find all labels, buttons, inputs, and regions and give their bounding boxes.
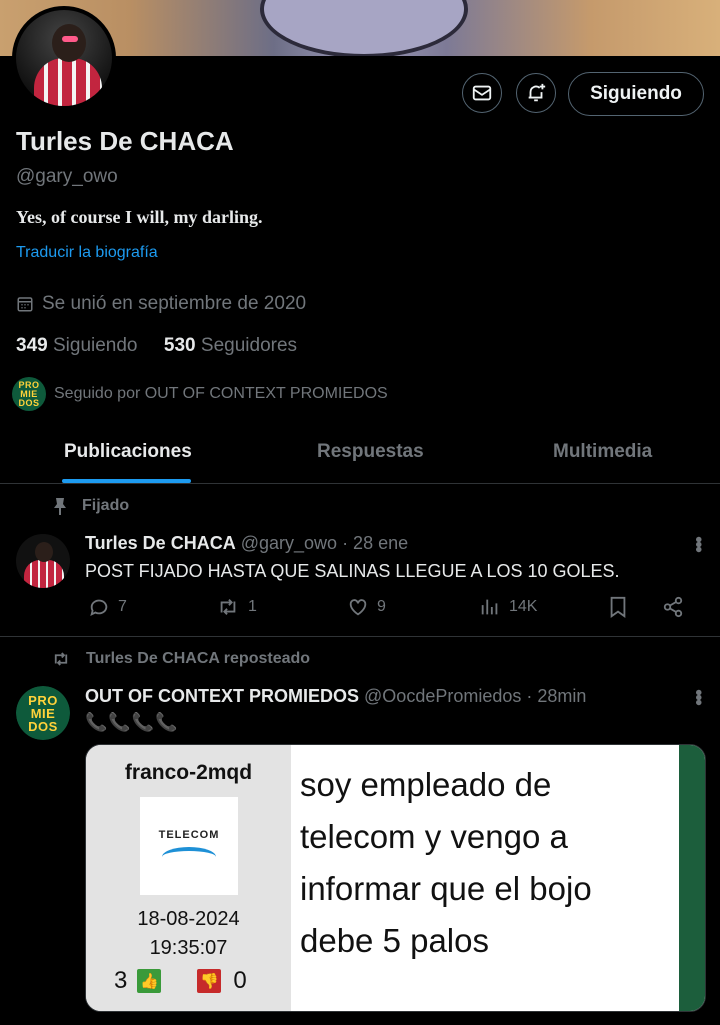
tab-publicaciones[interactable]: Publicaciones — [64, 441, 192, 463]
profile-name: Turles De CHACA — [16, 126, 234, 156]
profile-handle: @gary_owo — [16, 166, 118, 187]
avatar-body — [24, 560, 64, 588]
tweet-media[interactable]: franco-2mqd TELECOM 18-08-2024 19:35:07 … — [85, 744, 706, 1012]
joined-text: Se unió en septiembre de 2020 — [42, 293, 307, 314]
views-icon — [481, 599, 498, 615]
tab-respuestas[interactable]: Respuestas — [317, 441, 424, 463]
followers-count: 530 — [163, 335, 196, 356]
active-tab-indicator — [62, 479, 191, 483]
media-edge — [679, 745, 705, 1011]
following-count: 349 — [16, 335, 48, 356]
tweet-divider — [0, 636, 720, 637]
share-button[interactable] — [662, 596, 684, 618]
repost-button[interactable]: 1 — [216, 596, 257, 618]
upvote-count: 3 — [114, 967, 128, 994]
tweet-author[interactable]: OUT OF CONTEXT PROMIEDOS — [85, 686, 359, 706]
bookmark-icon — [610, 596, 626, 618]
thumbs-up-icon: 👍 — [137, 969, 162, 993]
translate-bio-link[interactable]: Traducir la biografía — [16, 244, 158, 262]
promiedos-avatar: PRO MIE DOS — [16, 686, 70, 740]
profile-avatar[interactable] — [12, 6, 116, 110]
heart-icon — [349, 599, 367, 616]
telecom-arc — [162, 847, 216, 867]
profile-tabs: Publicaciones Respuestas Multimedia — [0, 425, 720, 484]
joined-date: Se unió en septiembre de 2020 — [16, 293, 306, 315]
share-icon — [663, 596, 683, 618]
tweet-header: Turles De CHACA @gary_owo · 28 ene — [85, 533, 408, 554]
envelope-icon — [472, 85, 492, 101]
pinned-label: Fijado — [52, 497, 129, 515]
downvote-count: 0 — [233, 967, 247, 994]
pin-icon — [54, 498, 66, 515]
more-options-icon[interactable]: ••• — [686, 536, 709, 551]
tweet-text: 📞📞📞📞 — [85, 712, 179, 732]
tab-multimedia[interactable]: Multimedia — [553, 441, 652, 463]
repost-context[interactable]: Turles De CHACA reposteado — [50, 650, 310, 668]
promiedos-avatar-small: PRO MIE DOS — [12, 377, 46, 411]
tweet-actions: 7 1 9 14K — [0, 596, 720, 622]
tweet-handle[interactable]: @gary_owo — [241, 533, 337, 553]
avatar-eye — [62, 36, 78, 42]
banner-art — [260, 0, 468, 56]
tweet-time[interactable]: · 28 ene — [342, 533, 408, 553]
tweet-avatar[interactable] — [16, 534, 70, 588]
avatar-head — [35, 542, 53, 562]
bookmark-button[interactable] — [608, 596, 628, 618]
tweet-author[interactable]: Turles De CHACA — [85, 533, 236, 553]
thumbs-down-icon: 👎 — [197, 969, 222, 993]
following-button[interactable]: Siguiendo — [568, 72, 704, 116]
like-button[interactable]: 9 — [347, 596, 386, 618]
telecom-logo: TELECOM — [140, 797, 238, 895]
followed-by[interactable]: PRO MIE DOS Seguido por OUT OF CONTEXT PRO… — [12, 377, 388, 411]
repost-icon — [54, 652, 68, 666]
more-options-icon[interactable]: ••• — [686, 689, 709, 704]
followers-label: Seguidores — [200, 335, 298, 356]
bell-plus-icon — [528, 83, 546, 102]
views-button[interactable]: 14K — [479, 596, 537, 618]
avatar-head — [52, 24, 86, 62]
tweet-handle[interactable]: @OocdePromiedos — [364, 686, 521, 706]
media-votes: 3 👍 👎 0 — [114, 967, 247, 995]
avatar-body — [34, 58, 102, 106]
following-label: Siguiendo — [52, 335, 138, 356]
repost-icon — [220, 599, 236, 615]
followed-by-text: Seguido por OUT OF CONTEXT PROMIEDOS — [54, 385, 388, 402]
media-datetime: 18-08-2024 19:35:07 — [86, 905, 291, 963]
following-link[interactable]: 349 Siguiendo — [16, 335, 138, 356]
tweet-text: POST FIJADO HASTA QUE SALINAS LLEGUE A L… — [85, 561, 620, 581]
tweet-avatar[interactable]: PRO MIE DOS — [16, 686, 70, 740]
tweet-header: OUT OF CONTEXT PROMIEDOS @OocdePromiedos… — [85, 686, 586, 707]
media-time: 19:35:07 — [149, 937, 228, 959]
media-date: 18-08-2024 — [137, 908, 240, 930]
reply-button[interactable]: 7 — [88, 596, 127, 618]
media-body-text: soy empleado de telecom y vengo a inform… — [300, 766, 592, 959]
notifications-button[interactable] — [516, 73, 556, 113]
follow-stats: 349 Siguiendo 530 Seguidores — [16, 335, 297, 357]
profile-bio: Yes, of course I will, my darling. — [16, 207, 263, 227]
media-username: franco-2mqd — [124, 761, 253, 784]
followers-link[interactable]: 530 Seguidores — [164, 335, 297, 356]
calendar-icon — [17, 297, 33, 312]
message-button[interactable] — [462, 73, 502, 113]
reply-icon — [90, 599, 108, 617]
tweet-time[interactable]: · 28min — [526, 686, 586, 706]
